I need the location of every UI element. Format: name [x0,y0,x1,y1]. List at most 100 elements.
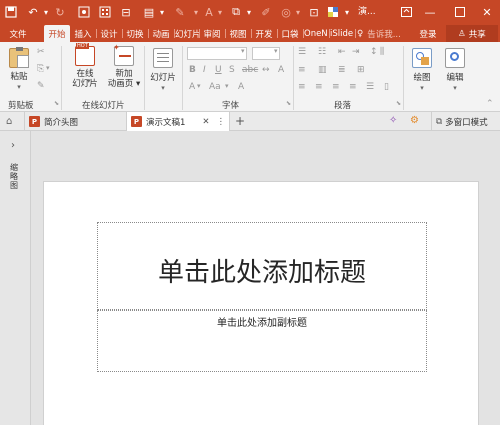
settings-icon[interactable]: ⚙ [410,115,419,126]
layout-icon[interactable] [97,3,113,21]
doc-tab-intro[interactable]: P 简介头图 [24,112,118,131]
smartart-icon[interactable]: ≣ [338,65,346,75]
tab-menu-icon[interactable]: ⋮ [217,117,226,127]
font-launcher-icon[interactable]: ⬊ [286,100,291,107]
tab-design[interactable]: 设计 [97,25,121,42]
decrease-indent-icon[interactable]: ⇤ [338,47,346,57]
start-slideshow-icon[interactable] [76,3,92,21]
tab-pocket[interactable]: 口袋 [278,25,302,42]
font-color-button-dropdown-icon[interactable]: ▾ [197,82,201,90]
edit-button[interactable]: 编辑 ▾ [440,48,470,93]
minimize-icon[interactable]: — [421,3,439,21]
tab-islide[interactable]: iSlide [330,25,354,42]
arrange-dropdown-icon[interactable]: ▾ [241,3,257,21]
format-painter-icon[interactable]: ✎ [37,81,45,91]
numbering-icon[interactable]: ☷ [318,47,326,57]
save-icon[interactable] [3,3,19,21]
new-tab-icon[interactable]: + [235,114,245,128]
doc-tab-presentation1[interactable]: P 演示文稿1 ✕ ⋮ [126,112,230,131]
font-name-dropdown-icon[interactable]: ▾ [241,47,245,55]
strikethrough-icon[interactable]: abc [242,65,258,75]
shadow-icon[interactable]: S [229,65,235,75]
format-icon[interactable]: ⊟ [118,3,134,21]
collapse-ribbon-icon[interactable]: ⌃ [486,99,494,109]
copy-dropdown-icon[interactable]: ▾ [46,64,50,72]
eyedropper-icon[interactable]: ✐ [258,3,274,21]
convert-smartart-icon[interactable]: ⊞ [357,65,365,75]
text-direction-icon[interactable]: ⫼ [380,47,384,57]
font-color-dropdown-icon[interactable]: ▾ [212,3,228,21]
bold-icon[interactable]: B [189,65,196,75]
underline-icon[interactable]: U [215,65,222,75]
font-name-combobox[interactable] [187,47,247,60]
title-bar: ↶ ▾ ↻ ⊟ ▤ ▾ ✎ ▾ A ▾ ⧉ ▾ ✐ ◎ ▾ ⊡ ▾ 演... —… [0,0,500,24]
align-center-icon[interactable]: ≡ [315,82,323,92]
clipboard-icon [9,47,29,68]
clear-format-icon[interactable]: A [238,82,244,92]
increase-indent-icon[interactable]: ⇥ [352,47,360,57]
font-grow-icon[interactable]: A [278,65,284,75]
distributed-icon[interactable]: ☰ [366,82,374,92]
clipboard-launcher-icon[interactable]: ⬊ [54,100,59,107]
change-case-label[interactable]: Aa [209,82,221,92]
tab-animations[interactable]: 动画 [149,25,173,42]
tab-slideshow[interactable]: 幻灯片 [175,25,199,42]
paste-label: 粘贴 [10,72,28,82]
highlight-icon[interactable]: ✎ [172,3,188,21]
column-layout-icon[interactable]: ▯ [384,82,389,92]
line-spacing-icon[interactable]: ↕ [370,47,378,57]
tab-insert[interactable]: 插入 [71,25,95,42]
close-tab-icon[interactable]: ✕ [202,117,209,127]
subtitle-placeholder[interactable]: 单击此处添加副标题 [97,310,427,372]
thumbnails-label[interactable]: 缩略图 [10,163,20,190]
tab-view[interactable]: 视图 [226,25,250,42]
customize-toolbar-icon[interactable]: ▾ [339,3,355,21]
align-text-icon[interactable]: ≡ [298,65,306,75]
paste-button[interactable]: 粘贴 ▾ [7,47,31,92]
char-spacing-icon[interactable]: ↔ [262,65,270,75]
title-placeholder[interactable]: 单击此处添加标题 [97,222,427,310]
online-slides-button[interactable]: HOT 在线 幻灯片 [66,43,104,89]
screenshot-icon[interactable]: ⊡ [306,3,322,21]
paragraph-launcher-icon[interactable]: ⬊ [396,100,401,107]
italic-icon[interactable]: I [203,65,206,75]
font-size-dropdown-icon[interactable]: ▾ [274,47,278,55]
shapes-icon [412,48,432,68]
outline-dropdown-icon[interactable]: ▾ [290,3,306,21]
tab-onenote[interactable]: OneN [304,25,328,42]
slides-button[interactable]: 幻灯片 ▾ [148,48,178,93]
draw-button[interactable]: 绘图 ▾ [407,48,437,93]
tab-file[interactable]: 文件 [4,25,32,42]
change-case-dropdown-icon[interactable]: ▾ [225,82,229,90]
share-button[interactable]: ♙ 共享 [446,25,498,42]
align-left-icon[interactable]: ≡ [298,82,306,92]
expand-thumbnails-icon[interactable]: › [11,140,15,151]
new-animation-label-2: 动画页 ▾ [107,79,141,89]
islide-magic-icon[interactable]: ✧ [389,115,397,126]
columns-icon[interactable]: ▥ [318,65,327,75]
cut-icon[interactable]: ✂ [37,47,45,57]
tell-me-search[interactable]: ♀ 告诉我... [357,25,411,42]
close-icon[interactable]: ✕ [478,3,496,21]
new-animation-page-button[interactable]: ✦ 新加 动画页 ▾ [104,43,144,89]
font-color-button-icon[interactable]: A [189,82,195,92]
slide[interactable]: 单击此处添加标题 单击此处添加副标题 [43,181,479,425]
align-right-icon[interactable]: ≡ [332,82,340,92]
copy-icon[interactable]: ⎘ [37,64,44,74]
home-tab-icon[interactable]: ⌂ [6,116,12,127]
tab-review[interactable]: 审阅 [200,25,224,42]
tab-developer[interactable]: 开发 [252,25,276,42]
multi-window-button[interactable]: ⧉ 多窗口模式 [431,112,499,131]
justify-icon[interactable]: ≡ [349,82,357,92]
bullets-icon[interactable]: ☰ [298,47,306,57]
slides-icon [153,48,173,68]
tab-transitions[interactable]: 切换 [123,25,147,42]
share-label: 共享 [468,29,486,40]
maximize-icon[interactable] [451,3,469,21]
redo-icon[interactable]: ↻ [52,3,68,21]
tab-home[interactable]: 开始 [44,25,70,42]
ribbon-display-icon[interactable] [397,3,415,21]
online-slides-dropdown-icon[interactable]: ▾ [87,77,91,85]
fill-dropdown-icon[interactable]: ▾ [154,3,170,21]
login-link[interactable]: 登录 [416,25,440,42]
